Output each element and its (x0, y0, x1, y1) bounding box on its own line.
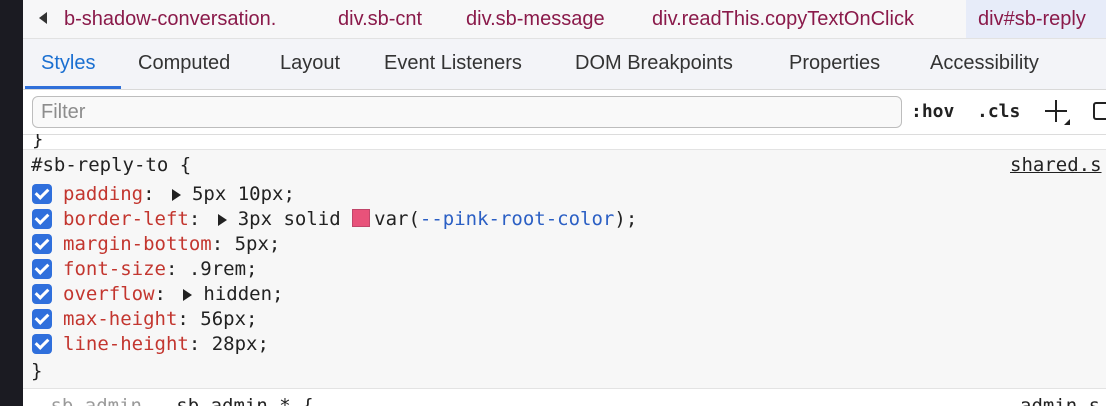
property-value[interactable]: 5px; (235, 233, 281, 255)
tab-event-listeners[interactable]: Event Listeners (384, 39, 522, 89)
unmatched-selector: .sb-admin, (39, 395, 165, 406)
active-tab-indicator (25, 86, 121, 89)
tab-styles[interactable]: Styles (41, 39, 95, 89)
property-value[interactable]: 28px; (212, 333, 269, 355)
filter-input[interactable] (32, 96, 902, 128)
stylesheet-link[interactable]: shared.s (1010, 152, 1102, 178)
declaration[interactable]: overflow: hidden; (63, 282, 283, 307)
property-name[interactable]: line-height (63, 333, 189, 355)
chevron-left-icon[interactable] (39, 12, 47, 24)
declaration-checkbox[interactable] (32, 259, 52, 279)
declaration-checkbox[interactable] (32, 234, 52, 254)
breadcrumb-item[interactable]: div.readThis.copyTextOnClick (652, 0, 914, 38)
class-toggle[interactable]: .cls (977, 99, 1020, 125)
property-value[interactable]: 56px; (200, 308, 257, 330)
property-name[interactable]: font-size (63, 258, 166, 280)
stylesheet-link[interactable]: admin.s (1020, 393, 1100, 406)
tab-layout[interactable]: Layout (280, 39, 340, 89)
tab-dom-breakpoints[interactable]: DOM Breakpoints (575, 39, 733, 89)
sidebar-toggle-icon[interactable] (1093, 102, 1106, 120)
declaration[interactable]: max-height: 56px; (63, 307, 257, 332)
css-rule: #sb-reply-to { shared.s padding: 5px 10p… (23, 150, 1106, 388)
color-swatch[interactable] (352, 209, 371, 227)
declaration[interactable]: border-left: 3px solid var(--pink-root-c… (63, 207, 637, 232)
filter-toolbar: :hov .cls (23, 90, 1106, 135)
breadcrumb-item[interactable]: div.sb-cnt (338, 0, 422, 38)
expand-triangle-icon[interactable] (171, 188, 181, 201)
property-name[interactable]: border-left (63, 208, 189, 230)
css-rule-next: .sb-admin, .sb-admin * { admin.s (23, 389, 1106, 406)
rule-selector[interactable]: #sb-reply-to { (31, 152, 191, 178)
tab-bar: Styles Computed Layout Event Listeners D… (23, 39, 1106, 90)
property-name[interactable]: max-height (63, 308, 177, 330)
property-value[interactable]: 3px solid (238, 208, 341, 230)
var-function: var( (374, 208, 420, 230)
rule-close-brace: } (31, 360, 43, 382)
property-value[interactable]: hidden; (203, 283, 283, 305)
previous-rule-brace: } (32, 134, 44, 150)
breadcrumb-item[interactable]: div.sb-message (466, 0, 605, 38)
tab-accessibility[interactable]: Accessibility (930, 39, 1039, 89)
declaration-checkbox[interactable] (32, 284, 52, 304)
declaration[interactable]: margin-bottom: 5px; (63, 232, 280, 257)
rule-selector[interactable]: .sb-admin, .sb-admin * { (39, 393, 314, 406)
property-name[interactable]: padding (63, 183, 143, 205)
css-variable-name[interactable]: --pink-root-color (420, 208, 614, 230)
declaration[interactable]: line-height: 28px; (63, 332, 269, 357)
matched-selector[interactable]: .sb-admin * { (165, 395, 314, 406)
property-name[interactable]: overflow (63, 283, 155, 305)
declaration-checkbox[interactable] (32, 209, 52, 229)
value-suffix: ); (614, 208, 638, 230)
devtools-styles-panel: b-shadow-conversation. div.sb-cnt div.sb… (23, 0, 1106, 406)
expand-triangle-icon[interactable] (183, 288, 193, 301)
declaration[interactable]: font-size: .9rem; (63, 257, 257, 282)
expand-triangle-icon[interactable] (217, 213, 227, 226)
breadcrumb-item-selected[interactable]: div#sb-reply (966, 0, 1106, 38)
left-panel-edge (0, 0, 23, 406)
breadcrumb: b-shadow-conversation. div.sb-cnt div.sb… (23, 0, 1106, 39)
property-value[interactable]: 5px 10px; (192, 183, 295, 205)
tab-properties[interactable]: Properties (789, 39, 880, 89)
new-rule-menu-icon (1064, 119, 1070, 125)
breadcrumb-item[interactable]: b-shadow-conversation. (64, 0, 276, 38)
property-value[interactable]: .9rem; (189, 258, 258, 280)
declaration-checkbox[interactable] (32, 334, 52, 354)
hover-state-toggle[interactable]: :hov (911, 99, 954, 125)
declaration-checkbox[interactable] (32, 309, 52, 329)
declaration[interactable]: padding: 5px 10px; (63, 182, 295, 207)
tab-computed[interactable]: Computed (138, 39, 230, 89)
declaration-checkbox[interactable] (32, 184, 52, 204)
property-name[interactable]: margin-bottom (63, 233, 212, 255)
